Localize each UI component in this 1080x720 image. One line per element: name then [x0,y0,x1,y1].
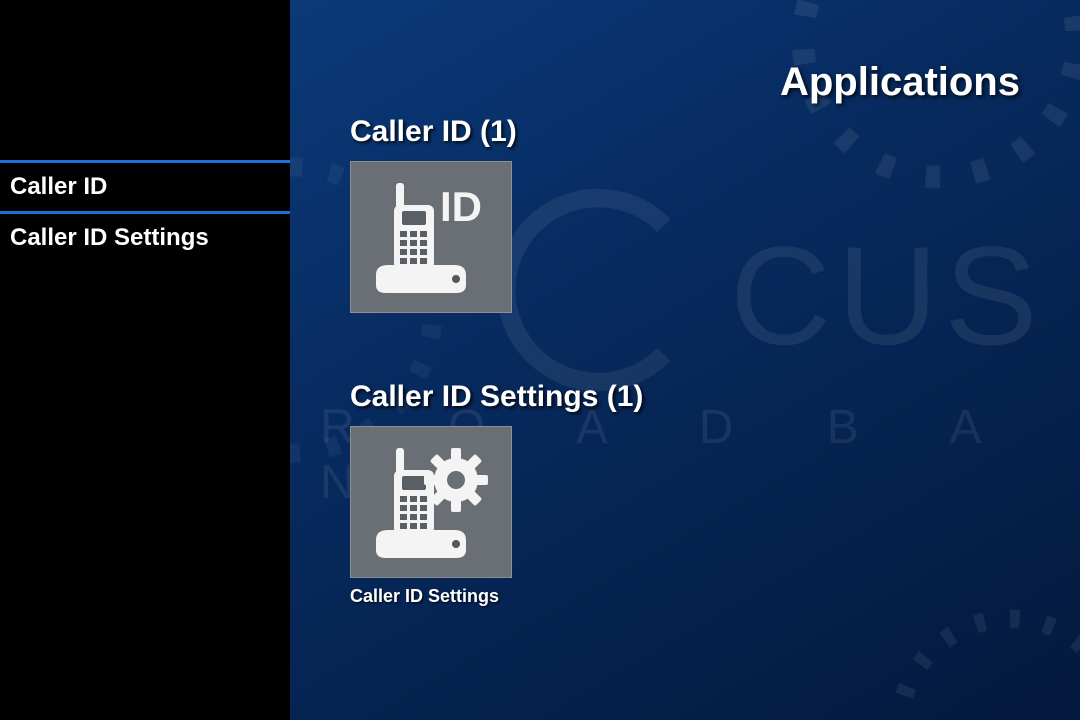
section-caller-id: Caller ID (1) [350,115,517,313]
caller-id-settings-tile[interactable] [350,426,512,578]
tile-caption: Caller ID Settings [350,586,643,607]
app-root: Caller ID Caller ID Settings CUS R O A D… [0,0,1080,720]
sidebar: Caller ID Caller ID Settings [0,0,290,720]
phone-id-icon: ID [366,177,496,297]
page-title: Applications [780,60,1020,105]
section-title: Caller ID (1) [350,115,517,149]
section-title: Caller ID Settings (1) [350,380,643,414]
phone-gear-icon [366,442,496,562]
sidebar-item-label: Caller ID Settings [10,224,209,251]
sidebar-item-caller-id-settings[interactable]: Caller ID Settings [0,214,290,262]
sidebar-spacer [0,0,290,160]
watermark-dial-bottom-right [880,600,1080,720]
caller-id-tile[interactable]: ID [350,161,512,313]
section-caller-id-settings: Caller ID Settings (1) [350,380,643,607]
watermark-text-line1: CUS [730,215,1044,377]
main-panel: CUS R O A D B A N D Applications Caller … [290,0,1080,720]
sidebar-item-caller-id[interactable]: Caller ID [0,160,290,214]
sidebar-item-label: Caller ID [10,173,107,200]
svg-text:ID: ID [440,183,482,230]
